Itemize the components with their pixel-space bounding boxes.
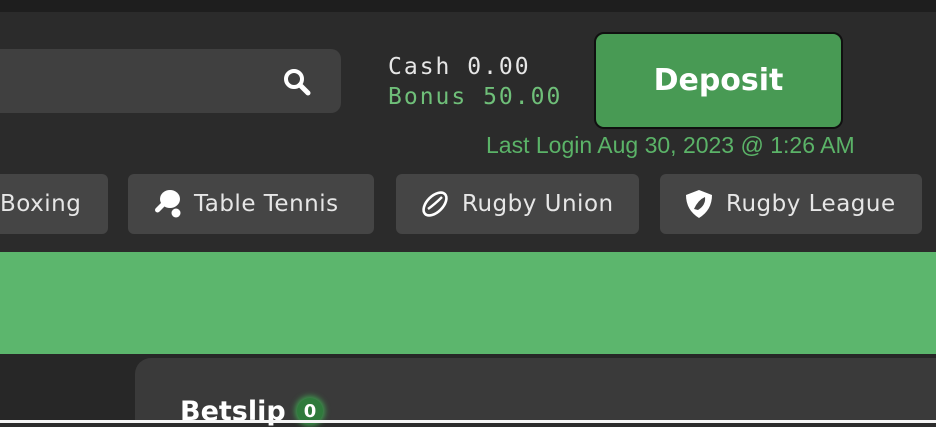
sport-tab-label: Table Tennis [194, 191, 339, 217]
table-tennis-icon [150, 187, 184, 221]
search-input[interactable] [10, 49, 254, 115]
sport-tab-rugby-union[interactable]: Rugby Union [396, 174, 639, 234]
shield-icon [682, 187, 716, 221]
sport-tab-label: Rugby Union [462, 191, 614, 217]
search-bar[interactable] [0, 49, 341, 115]
sport-tab-label: Rugby League [726, 191, 896, 217]
rugby-ball-icon [418, 187, 452, 221]
bonus-balance: Bonus 50.00 [388, 84, 563, 110]
last-login-text: Last Login Aug 30, 2023 @ 1:26 AM [486, 132, 855, 158]
sport-tab-label: Boxing [0, 191, 82, 217]
search-icon[interactable] [282, 67, 312, 97]
balance-display: Cash 0.00 Bonus 50.00 [388, 52, 562, 112]
top-strip [0, 0, 936, 12]
cash-balance: Cash 0.00 [388, 54, 531, 80]
promo-banner [0, 252, 936, 354]
sport-tab-boxing[interactable]: Boxing [0, 174, 108, 234]
sport-tab-rugby-league[interactable]: Rugby League [660, 174, 922, 234]
sport-tab-table-tennis[interactable]: Table Tennis [128, 174, 374, 234]
deposit-button[interactable]: Deposit [594, 32, 843, 129]
